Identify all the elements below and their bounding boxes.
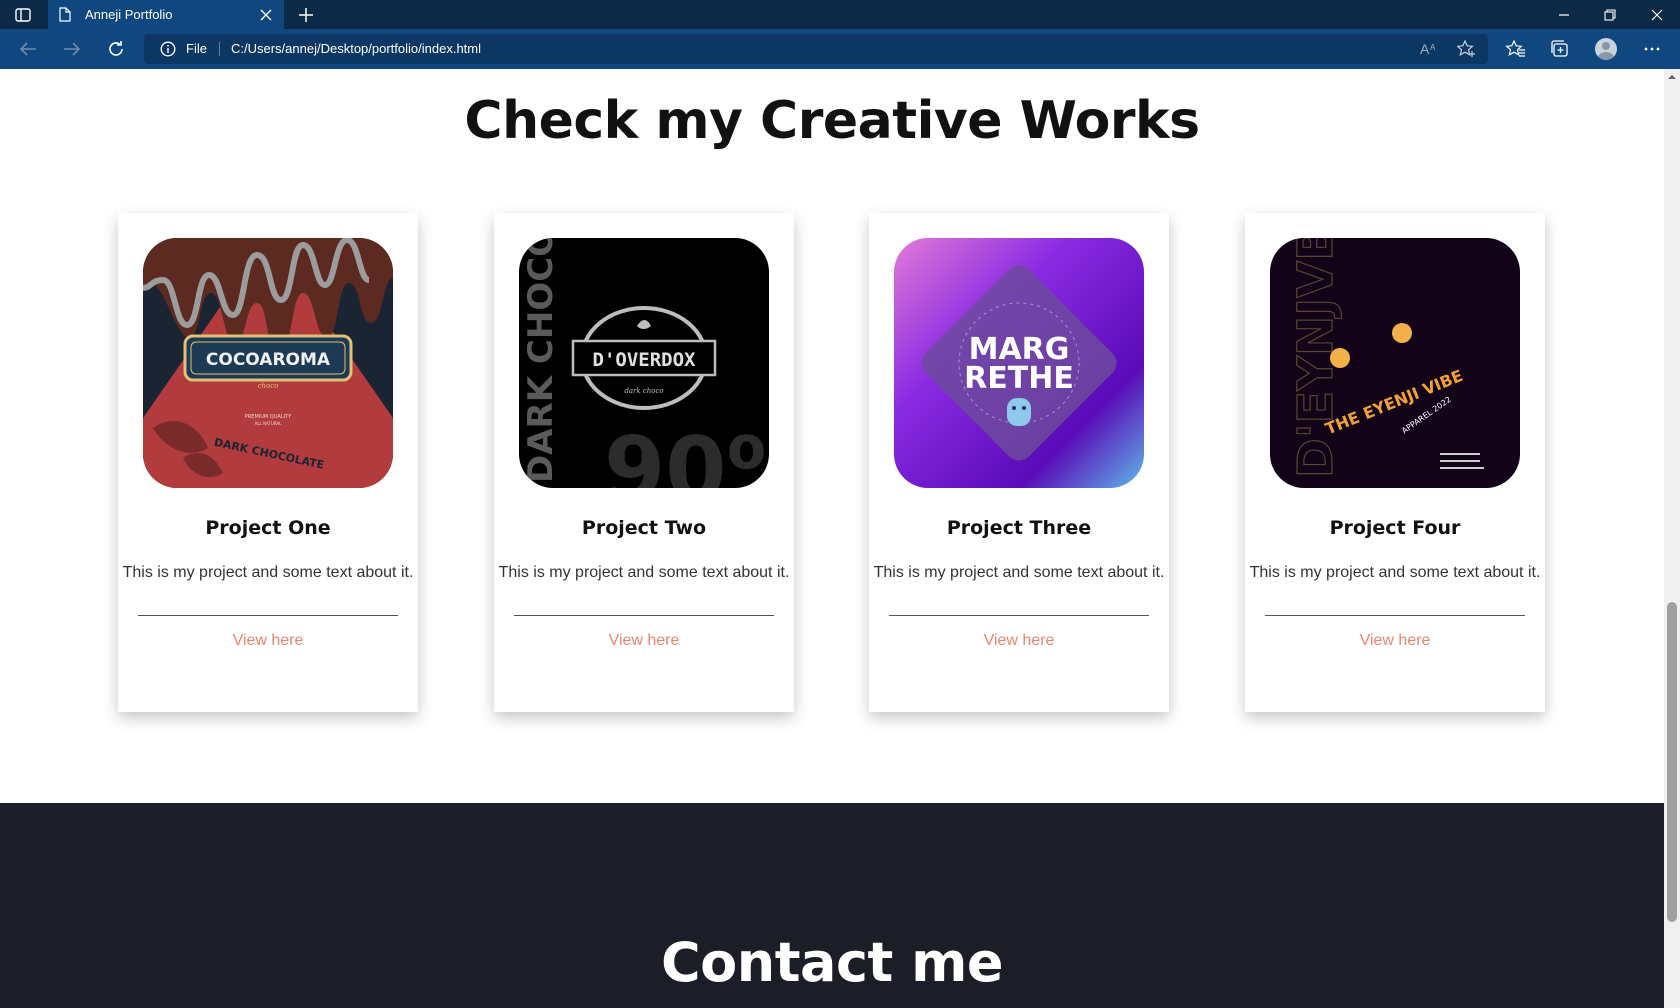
svg-text:PREMIUM QUALITY: PREMIUM QUALITY [245, 414, 292, 420]
project-image-doverdox: DARK CHOCO 90% D'OVERDOX dark choco [519, 238, 769, 488]
project-description: This is my project and some text about i… [122, 564, 414, 581]
project-card: D'EYNJVB THE EYENJI VIBE APPAREL 2022 Pr… [1245, 213, 1545, 712]
page-scrollbar[interactable] [1664, 69, 1680, 1008]
address-bar[interactable]: File C:/Users/annej/Desktop/portfolio/in… [144, 34, 1488, 64]
card-divider [889, 615, 1149, 616]
card-divider [138, 615, 398, 616]
page-viewport: Check my Creative Works COCOAROMA choco … [0, 69, 1664, 1008]
favorites-icon[interactable] [1500, 34, 1532, 64]
contact-section: Contact me [0, 803, 1664, 1008]
project-title: Project Four [1329, 517, 1461, 539]
card-divider [1265, 615, 1525, 616]
window-close-icon[interactable] [1634, 0, 1680, 29]
scroll-thumb[interactable] [1667, 602, 1677, 922]
add-favorite-icon[interactable] [1456, 39, 1478, 59]
svg-text:COCOAROMA: COCOAROMA [206, 350, 331, 370]
more-icon[interactable] [1636, 34, 1668, 64]
close-icon[interactable] [254, 3, 278, 27]
info-icon[interactable] [160, 41, 176, 57]
project-image-margrethe: MARG RETHE [894, 238, 1144, 488]
view-here-link[interactable]: View here [118, 632, 418, 650]
project-title: Project Two [581, 517, 707, 539]
browser-toolbar: File C:/Users/annej/Desktop/portfolio/in… [0, 29, 1680, 69]
project-description: This is my project and some text about i… [1249, 564, 1541, 581]
view-here-link[interactable]: View here [1245, 632, 1545, 650]
back-icon[interactable] [12, 34, 44, 64]
svg-text:ALL NATURAL: ALL NATURAL [255, 421, 283, 426]
project-title: Project Three [946, 517, 1092, 539]
svg-text:D'OVERDOX: D'OVERDOX [593, 349, 697, 371]
project-title: Project One [205, 517, 331, 539]
project-description: This is my project and some text about i… [873, 564, 1165, 581]
project-card: COCOAROMA choco PREMIUM QUALITY ALL NATU… [118, 213, 418, 712]
window-menu-icon[interactable] [14, 6, 32, 23]
svg-text:RETHE: RETHE [964, 361, 1074, 396]
url-text[interactable]: C:/Users/annej/Desktop/portfolio/index.h… [231, 41, 481, 56]
project-description: This is my project and some text about i… [498, 564, 790, 581]
project-card: MARG RETHE Project Three This is my proj… [869, 213, 1169, 712]
view-here-link[interactable]: View here [494, 632, 794, 650]
works-heading: Check my Creative Works [464, 91, 1200, 151]
svg-text:DARK CHOCO: DARK CHOCO [521, 238, 561, 483]
project-card: DARK CHOCO 90% D'OVERDOX dark choco Proj… [494, 213, 794, 712]
view-here-link[interactable]: View here [869, 632, 1169, 650]
read-aloud-icon[interactable]: AA [1418, 39, 1440, 59]
collections-icon[interactable] [1544, 34, 1576, 64]
profile-icon[interactable] [1590, 34, 1622, 64]
scroll-up-icon[interactable] [1668, 73, 1676, 81]
browser-tab[interactable]: Anneji Portfolio [48, 0, 284, 29]
svg-text:90%: 90% [604, 418, 769, 488]
plus-icon[interactable] [294, 3, 318, 27]
svg-text:dark choco: dark choco [624, 387, 663, 395]
project-image-cocoaroma: COCOAROMA choco PREMIUM QUALITY ALL NATU… [143, 238, 393, 488]
avatar [1595, 38, 1617, 60]
refresh-icon[interactable] [100, 34, 132, 64]
svg-text:A: A [1420, 41, 1430, 57]
tab-title: Anneji Portfolio [85, 7, 173, 22]
project-image-eyenji-vibe: D'EYNJVB THE EYENJI VIBE APPAREL 2022 [1270, 238, 1520, 488]
contact-heading: Contact me [661, 931, 1003, 994]
page-icon [59, 7, 71, 22]
address-separator [219, 42, 220, 56]
svg-text:A: A [1430, 43, 1436, 52]
browser-titlebar: Anneji Portfolio [0, 0, 1680, 29]
card-divider [514, 615, 774, 616]
svg-text:choco: choco [258, 382, 279, 390]
forward-icon[interactable] [56, 34, 88, 64]
restore-icon[interactable] [1587, 0, 1633, 29]
minimize-icon[interactable] [1541, 0, 1587, 29]
address-scheme-label: File [186, 41, 207, 56]
